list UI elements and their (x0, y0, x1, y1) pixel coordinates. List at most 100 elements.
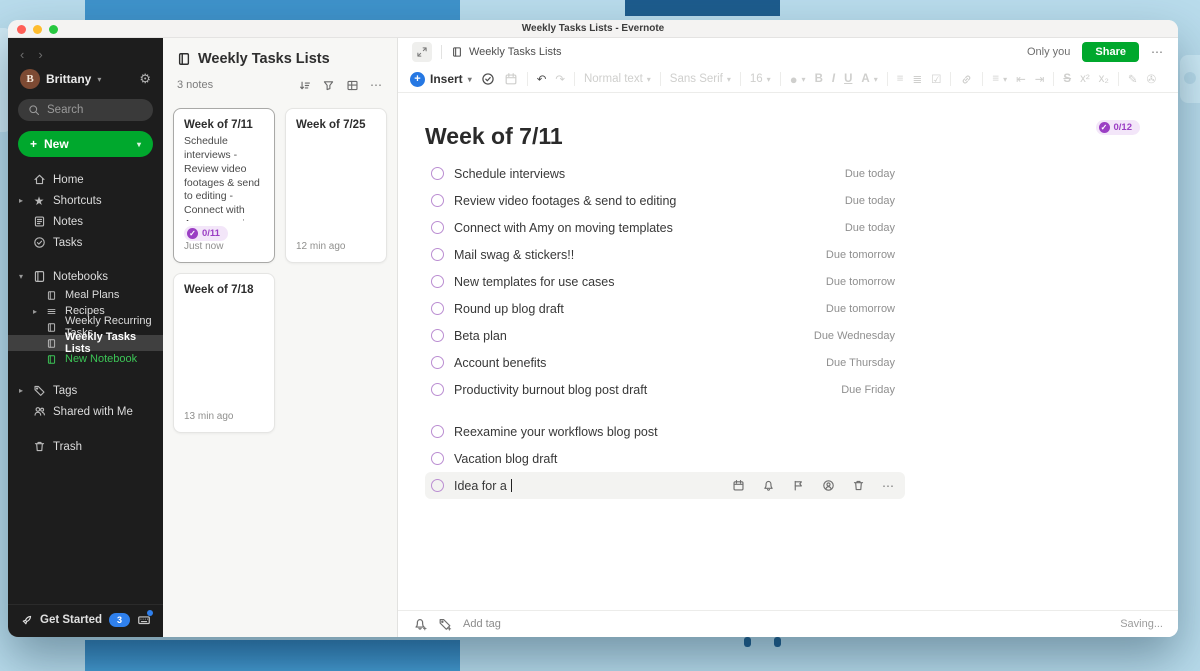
note-content[interactable]: ✓ 0/12 Week of 7/11 Schedule interviews … (398, 93, 1178, 610)
sidebar-new-notebook[interactable]: New Notebook (8, 351, 163, 367)
tag-add-icon[interactable] (438, 617, 452, 631)
task-checkbox[interactable] (431, 479, 444, 492)
text-style-dropdown[interactable]: Normal text ▾ (584, 73, 651, 85)
insert-task-icon[interactable] (481, 72, 495, 86)
share-button[interactable]: Share (1082, 42, 1139, 62)
task-row[interactable]: New templates for use cases Due tomorrow… (425, 268, 905, 295)
task-checkbox[interactable] (431, 425, 444, 438)
align-icon[interactable]: ≡ ▾ (992, 73, 1007, 85)
task-checkbox[interactable] (431, 221, 444, 234)
italic-icon[interactable]: I (832, 73, 835, 85)
nav-forward-icon[interactable]: › (38, 47, 42, 62)
bulleted-list-icon[interactable]: ≡ (897, 73, 904, 85)
note-card-week-7-18[interactable]: Week of 7/18 13 min ago (173, 273, 275, 433)
redo-icon[interactable]: ↷ (555, 72, 565, 86)
task-reminder-bell-icon[interactable] (762, 479, 775, 492)
task-due-date[interactable]: Due Thursday (826, 357, 895, 369)
task-checkbox[interactable] (431, 248, 444, 261)
sidebar-item-tasks[interactable]: Tasks (8, 232, 163, 253)
minimize-window-button[interactable] (33, 25, 42, 34)
settings-gear-icon[interactable]: ⚙ (139, 71, 151, 87)
task-due-date[interactable]: Due today (845, 222, 895, 234)
sidebar-item-home[interactable]: Home (8, 169, 163, 190)
notebook-breadcrumb[interactable]: Weekly Tasks Lists (451, 46, 562, 58)
note-more-options-icon[interactable]: ⋯ (1151, 45, 1164, 59)
task-delete-icon[interactable] (852, 479, 865, 492)
task-row[interactable]: Connect with Amy on moving templates Due… (425, 214, 905, 241)
task-row[interactable]: Schedule interviews Due today ⋯ (425, 160, 905, 187)
task-due-date[interactable]: Due tomorrow (826, 276, 895, 288)
more-options-icon[interactable]: ⋯ (370, 78, 383, 92)
sidebar-item-trash[interactable]: Trash (8, 436, 163, 457)
keyboard-shortcuts-icon[interactable] (137, 610, 153, 627)
subscript-icon[interactable]: x₂ (1099, 73, 1109, 85)
checklist-icon[interactable]: ☑ (931, 72, 941, 86)
task-checkbox[interactable] (431, 302, 444, 315)
task-checkbox[interactable] (431, 329, 444, 342)
task-due-date-icon[interactable] (732, 479, 745, 492)
superscript-icon[interactable]: x² (1080, 73, 1090, 85)
task-row[interactable]: Account benefits Due Thursday ⋯ (425, 349, 905, 376)
task-row[interactable]: Vacation blog draft ⋯ (425, 445, 905, 472)
sort-icon[interactable] (298, 79, 311, 92)
highlight-icon[interactable]: A ▾ (861, 73, 877, 85)
insert-calendar-icon[interactable] (504, 72, 518, 86)
pen-icon[interactable]: ✎ (1128, 72, 1138, 86)
underline-icon[interactable]: U (844, 73, 852, 85)
task-checkbox[interactable] (431, 356, 444, 369)
new-note-button[interactable]: + New ▾ (18, 131, 153, 157)
task-row[interactable]: Round up blog draft Due tomorrow ⋯ (425, 295, 905, 322)
access-label[interactable]: Only you (1027, 46, 1070, 58)
sidebar-item-notes[interactable]: Notes (8, 211, 163, 232)
note-card-week-7-11[interactable]: Week of 7/11 Schedule interviews - Revie… (173, 108, 275, 263)
sidebar-section-notebooks[interactable]: ▾ Notebooks (8, 266, 163, 287)
task-row[interactable]: Reexamine your workflows blog post ⋯ (425, 418, 905, 445)
sidebar-notebook-meal-plans[interactable]: Meal Plans (8, 287, 163, 303)
task-due-date[interactable]: Due today (845, 168, 895, 180)
add-tag-button[interactable]: Add tag (463, 618, 501, 630)
task-due-date[interactable]: Due today (845, 195, 895, 207)
task-due-date[interactable]: Due Friday (841, 384, 895, 396)
sidebar-item-shortcuts[interactable]: ▸ ★ Shortcuts (8, 190, 163, 211)
caret-right-icon[interactable]: ▸ (19, 386, 23, 395)
task-flag-icon[interactable] (792, 479, 805, 492)
view-options-icon[interactable] (346, 79, 359, 92)
task-checkbox[interactable] (431, 167, 444, 180)
close-window-button[interactable] (17, 25, 26, 34)
indent-icon[interactable]: ⇥ (1035, 72, 1045, 86)
get-started-button[interactable]: Get Started 3 (8, 604, 163, 637)
zoom-window-button[interactable] (49, 25, 58, 34)
numbered-list-icon[interactable]: ≣ (912, 72, 922, 86)
task-checkbox[interactable] (431, 452, 444, 465)
task-checkbox[interactable] (431, 383, 444, 396)
filter-icon[interactable] (322, 79, 335, 92)
link-icon[interactable] (960, 73, 973, 86)
insert-button[interactable]: + Insert ▾ (410, 71, 472, 87)
task-more-icon[interactable]: ⋯ (882, 479, 895, 493)
font-color-icon[interactable]: ● ▾ (790, 72, 806, 87)
note-card-week-7-25[interactable]: Week of 7/25 12 min ago (285, 108, 387, 263)
note-title[interactable]: Week of 7/11 (425, 123, 905, 150)
search-input[interactable]: Search (18, 99, 153, 121)
outdent-icon[interactable]: ⇤ (1016, 72, 1026, 86)
reminder-add-icon[interactable] (413, 617, 427, 631)
task-checkbox[interactable] (431, 275, 444, 288)
task-row[interactable]: Idea for a ⋯ (425, 472, 905, 499)
attachment-icon[interactable]: ✇ (1147, 72, 1157, 86)
caret-right-icon[interactable]: ▸ (33, 307, 37, 316)
caret-down-icon[interactable]: ▾ (19, 272, 23, 281)
expand-note-icon[interactable] (412, 42, 432, 62)
strikethrough-icon[interactable]: S (1063, 73, 1071, 85)
nav-back-icon[interactable]: ‹ (20, 47, 24, 62)
sidebar-notebook-weekly-tasks-lists[interactable]: Weekly Tasks Lists (8, 331, 163, 355)
sidebar-item-shared-with-me[interactable]: Shared with Me (8, 401, 163, 422)
task-due-date[interactable]: Due tomorrow (826, 303, 895, 315)
caret-right-icon[interactable]: ▸ (19, 196, 23, 205)
account-switcher[interactable]: B Brittany ▾ ⚙ (8, 64, 163, 96)
task-row[interactable]: Review video footages & send to editing … (425, 187, 905, 214)
task-row[interactable]: Productivity burnout blog post draft Due… (425, 376, 905, 403)
font-size-dropdown[interactable]: 16 ▾ (750, 73, 771, 85)
task-checkbox[interactable] (431, 194, 444, 207)
task-row[interactable]: Beta plan Due Wednesday ⋯ (425, 322, 905, 349)
undo-icon[interactable]: ↶ (537, 72, 547, 86)
